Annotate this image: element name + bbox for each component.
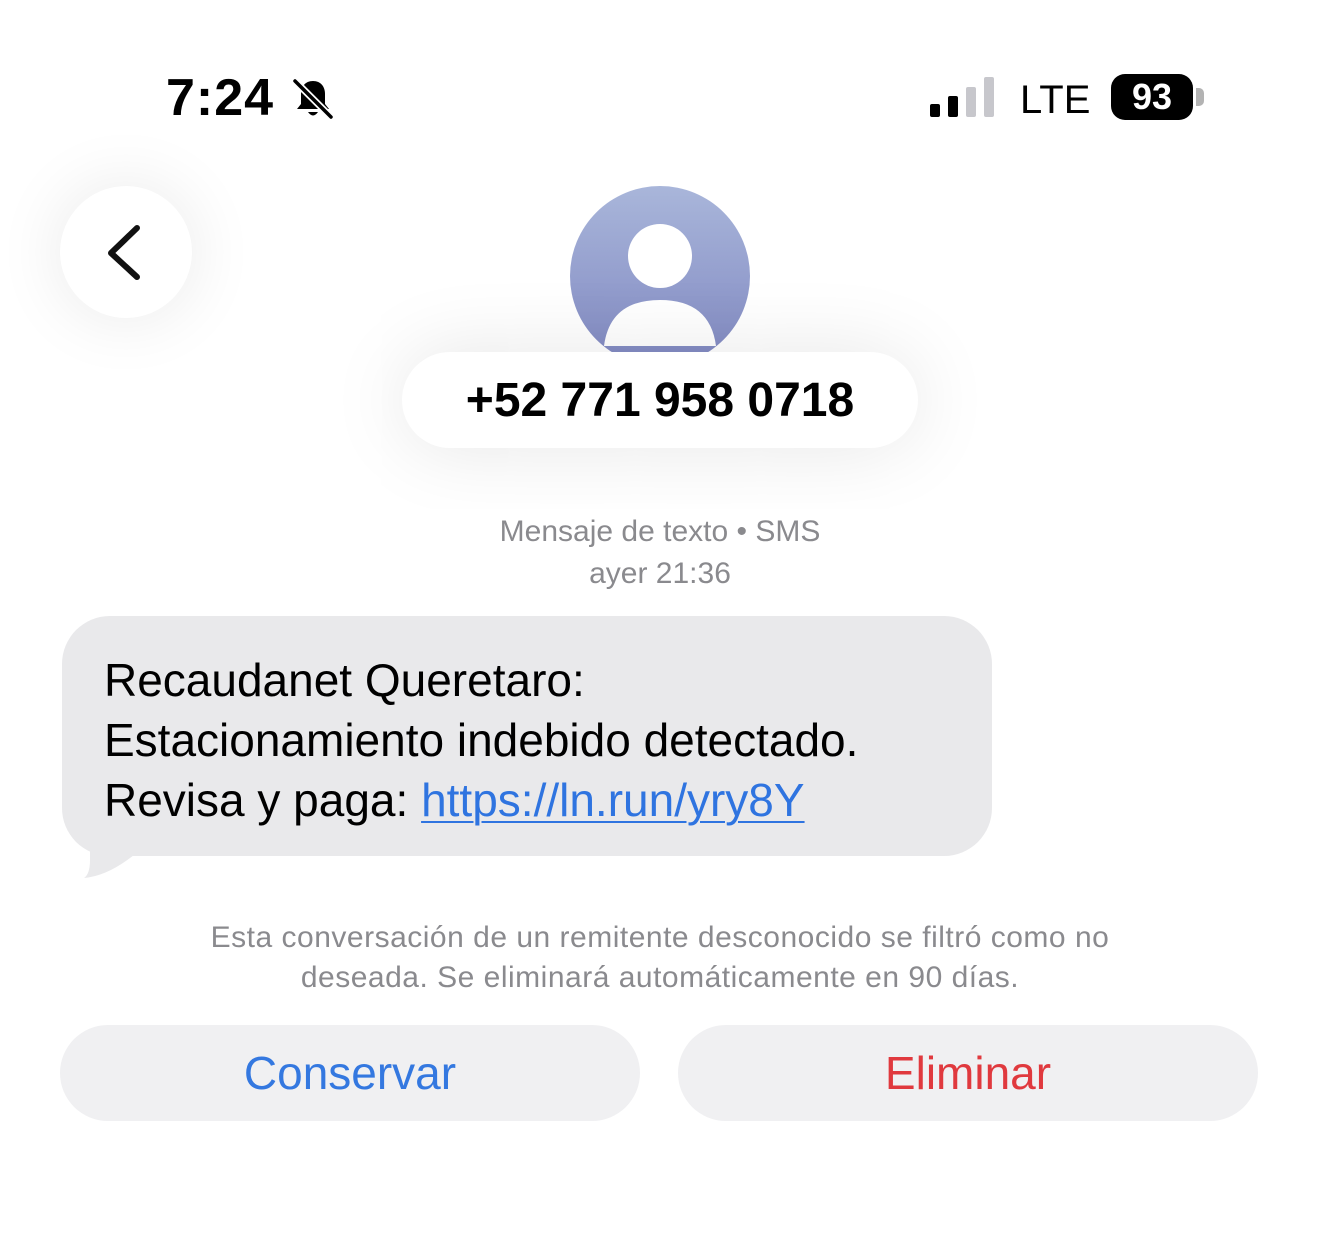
delete-button[interactable]: Eliminar bbox=[678, 1025, 1258, 1121]
bell-slash-icon bbox=[292, 78, 334, 120]
battery-nub bbox=[1196, 88, 1204, 106]
contact-avatar[interactable] bbox=[570, 186, 750, 366]
message-bubble[interactable]: Recaudanet Queretaro: Estacionamiento in… bbox=[62, 616, 992, 856]
keep-button[interactable]: Conservar bbox=[60, 1025, 640, 1121]
message-line-2: Estacionamiento indebido detectado. bbox=[104, 714, 859, 766]
back-button[interactable] bbox=[60, 186, 192, 318]
notice-line-1: Esta conversación de un remitente descon… bbox=[210, 921, 1110, 954]
network-type: LTE bbox=[1020, 78, 1091, 122]
message-line-3: Revisa y paga: https://ln.run/yry8Y bbox=[104, 770, 992, 830]
battery-indicator: 93 bbox=[1111, 74, 1193, 120]
person-icon bbox=[604, 224, 716, 346]
status-time: 7:24 bbox=[166, 69, 275, 127]
contact-name-pill[interactable]: +52 771 958 0718 bbox=[402, 352, 918, 448]
chevron-left-icon bbox=[108, 225, 140, 280]
message-line-1: Recaudanet Queretaro: bbox=[104, 654, 585, 706]
message-timestamp: ayer 21:36 bbox=[589, 557, 731, 590]
notice-line-2: deseada. Se eliminará automáticamente en… bbox=[300, 961, 1020, 994]
message-line-3-prefix: Revisa y paga: bbox=[104, 774, 422, 826]
service-label: Mensaje de texto • SMS bbox=[499, 515, 821, 548]
message-link[interactable]: https://ln.run/yry8Y bbox=[421, 774, 805, 826]
battery-level: 93 bbox=[1131, 76, 1173, 117]
contact-phone-number: +52 771 958 0718 bbox=[465, 373, 855, 427]
signal-icon bbox=[930, 77, 994, 117]
junk-filter-notice: Esta conversación de un remitente descon… bbox=[0, 918, 1320, 998]
